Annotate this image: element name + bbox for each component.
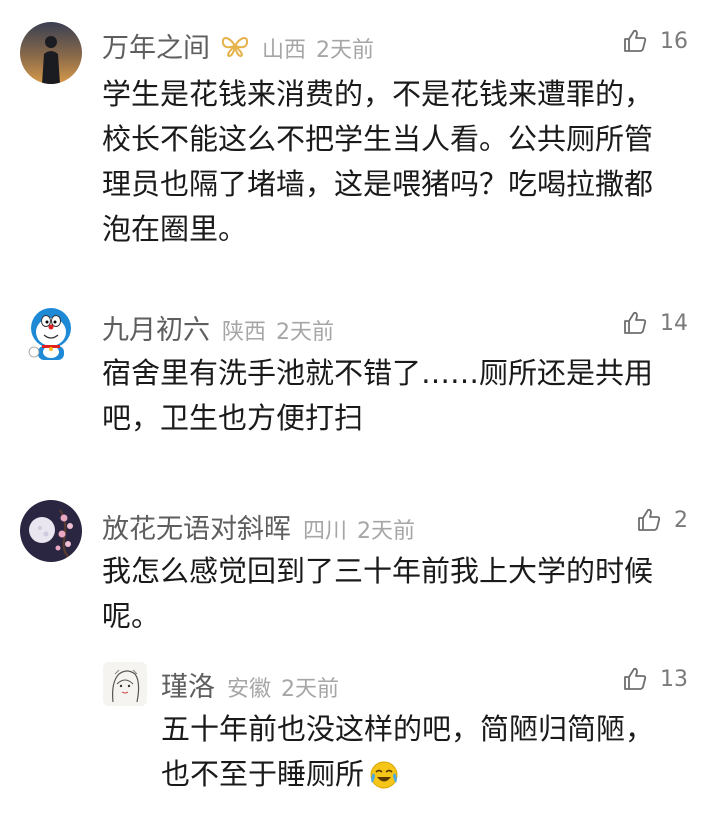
- like-button[interactable]: 14: [622, 310, 688, 336]
- comment-text-line: 校长不能这么不把学生当人看。公共厕所管: [102, 122, 654, 156]
- crying-laughing-emoji-icon: [370, 761, 398, 788]
- butterfly-badge-icon: [220, 35, 250, 61]
- comment-text-line: 理员也隔了堵墙，这是喂猪吗？吃喝拉撒都: [102, 167, 654, 201]
- comment-text-line: 泡在圈里。: [102, 212, 248, 246]
- location: 四川: [303, 519, 348, 544]
- thumbs-up-icon: [638, 508, 661, 531]
- timestamp: 2天前: [357, 519, 416, 544]
- sunset-silhouette-avatar-icon: [20, 22, 82, 84]
- comment-text-line: 呢。: [102, 599, 161, 633]
- like-button[interactable]: 16: [622, 28, 688, 54]
- avatar[interactable]: [20, 22, 82, 84]
- timestamp: 2天前: [316, 38, 375, 63]
- username[interactable]: 万年之间: [102, 26, 210, 65]
- location: 山西: [262, 38, 307, 63]
- comment-text-line: 我怎么感觉回到了三十年前我上大学的时候: [102, 554, 654, 588]
- avatar[interactable]: [20, 500, 82, 562]
- like-count: 14: [660, 310, 688, 336]
- reply-text-line: 也不至于睡厕所: [161, 757, 365, 791]
- doraemon-avatar-icon: [28, 308, 71, 360]
- comment-text-line: 吧，卫生也方便打扫: [102, 401, 364, 435]
- avatar[interactable]: [103, 662, 147, 706]
- avatar[interactable]: [20, 302, 82, 364]
- location: 陕西: [222, 320, 267, 345]
- location: 安徽: [227, 677, 272, 702]
- night-moon-avatar-icon: [20, 500, 82, 562]
- username[interactable]: 九月初六: [102, 308, 210, 347]
- comment-text-line: 宿舍里有洗手池就不错了……厕所还是共用: [102, 356, 654, 390]
- like-count: 16: [660, 28, 688, 54]
- username[interactable]: 放花无语对斜晖: [102, 507, 291, 546]
- sketch-girl-avatar-icon: [103, 662, 147, 706]
- timestamp: 2天前: [276, 320, 335, 345]
- username[interactable]: 瑾洛: [161, 665, 215, 704]
- like-count: 13: [660, 666, 688, 692]
- like-button[interactable]: 13: [622, 666, 688, 692]
- thumbs-up-icon: [624, 29, 647, 52]
- thumbs-up-icon: [624, 667, 647, 690]
- thumbs-up-icon: [624, 311, 647, 334]
- timestamp: 2天前: [281, 677, 340, 702]
- like-button[interactable]: 2: [636, 507, 688, 533]
- comment-text-line: 学生是花钱来消费的，不是花钱来遭罪的，: [102, 77, 654, 111]
- reply-text-line: 五十年前也没这样的吧，简陋归简陋，: [161, 712, 655, 746]
- like-count: 2: [674, 507, 688, 533]
